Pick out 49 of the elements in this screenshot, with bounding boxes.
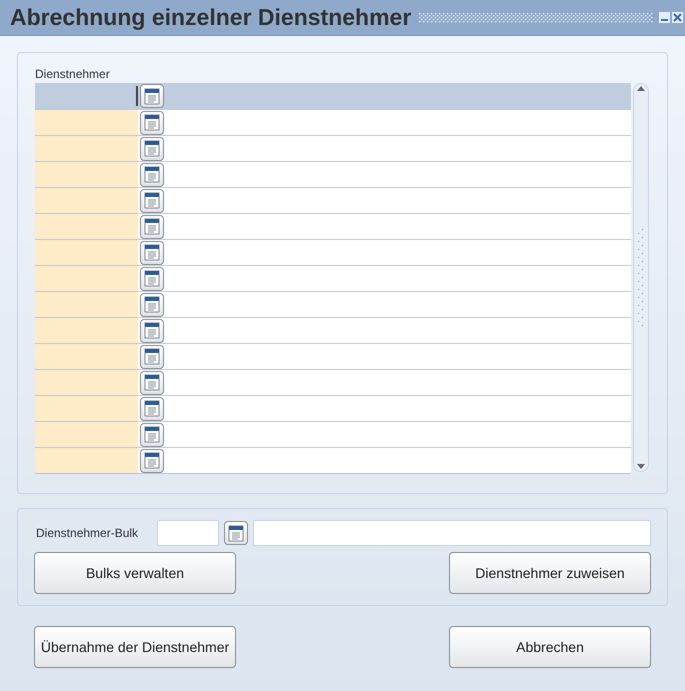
notepad-icon bbox=[144, 452, 160, 469]
notepad-icon bbox=[144, 114, 160, 131]
grip-pattern-icon bbox=[419, 12, 653, 22]
lookup-button[interactable] bbox=[140, 292, 164, 316]
lookup-button[interactable] bbox=[140, 214, 164, 238]
notepad-icon bbox=[144, 426, 160, 443]
lookup-button[interactable] bbox=[140, 188, 164, 212]
notepad-icon bbox=[144, 296, 160, 313]
window-title: Abrechnung einzelner Dienstnehmer bbox=[10, 3, 412, 32]
bulk-name-field[interactable] bbox=[253, 520, 651, 546]
notepad-icon bbox=[144, 270, 160, 287]
notepad-icon bbox=[228, 524, 244, 542]
action-button[interactable]: Abbrechen bbox=[449, 626, 651, 668]
lookup-button[interactable] bbox=[140, 370, 164, 394]
action-button[interactable]: Übernahme der Dienstnehmer bbox=[34, 626, 236, 668]
action-button[interactable]: Dienstnehmer zuweisen bbox=[449, 552, 651, 594]
lookup-button[interactable] bbox=[140, 422, 164, 446]
action-button[interactable]: Bulks verwalten bbox=[34, 552, 236, 594]
notepad-icon bbox=[144, 140, 160, 157]
notepad-icon bbox=[144, 400, 160, 417]
field-label: Dienstnehmer-Bulk bbox=[36, 525, 140, 542]
notepad-icon bbox=[144, 244, 160, 261]
lookup-button[interactable] bbox=[140, 84, 164, 108]
minimize-button[interactable] bbox=[659, 12, 670, 23]
close-button[interactable] bbox=[672, 12, 683, 23]
lookup-button[interactable] bbox=[140, 396, 164, 420]
notepad-icon bbox=[144, 192, 160, 209]
lookup-button[interactable] bbox=[140, 110, 164, 134]
notepad-icon bbox=[144, 218, 160, 235]
lookup-button[interactable] bbox=[140, 266, 164, 290]
scrollbar[interactable] bbox=[633, 83, 649, 472]
lookup-button[interactable] bbox=[140, 136, 164, 160]
minimize-icon bbox=[661, 19, 668, 21]
scroll-down-icon bbox=[636, 462, 646, 470]
close-icon bbox=[673, 13, 682, 22]
lookup-button[interactable] bbox=[140, 448, 164, 472]
notepad-icon bbox=[144, 88, 160, 104]
scroll-up-icon bbox=[636, 85, 646, 93]
lookup-button[interactable] bbox=[224, 521, 248, 545]
notepad-icon bbox=[144, 166, 160, 183]
notepad-icon bbox=[144, 348, 160, 365]
lookup-button[interactable] bbox=[140, 344, 164, 368]
lookup-button[interactable] bbox=[140, 240, 164, 264]
notepad-icon bbox=[144, 374, 160, 391]
bulk-code-field[interactable] bbox=[157, 520, 220, 546]
section-label: Dienstnehmer bbox=[35, 67, 110, 83]
notepad-icon bbox=[144, 322, 160, 339]
lookup-button[interactable] bbox=[140, 162, 164, 186]
lookup-button[interactable] bbox=[140, 318, 164, 342]
